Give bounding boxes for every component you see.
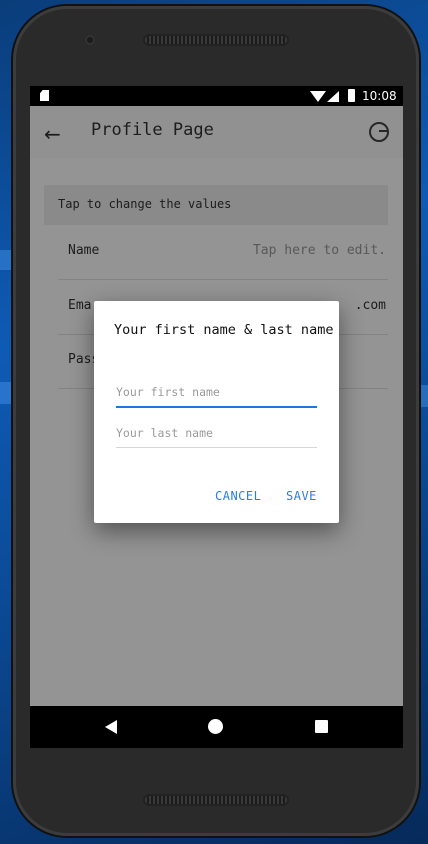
phone-screen: 10:08 ← Profile Page Tap to change the v… bbox=[30, 86, 403, 748]
save-button[interactable]: SAVE bbox=[286, 489, 317, 503]
nav-back-icon[interactable] bbox=[105, 720, 117, 734]
status-time: 10:08 bbox=[362, 89, 397, 103]
first-name-input[interactable] bbox=[116, 380, 317, 404]
front-camera bbox=[85, 35, 95, 45]
wallpaper-streak bbox=[418, 385, 428, 407]
nav-recents-icon[interactable] bbox=[315, 720, 328, 733]
dialog-title: Your first name & last name bbox=[114, 322, 334, 338]
sd-card-icon bbox=[40, 90, 49, 101]
top-speaker bbox=[143, 34, 289, 46]
last-name-input[interactable] bbox=[116, 421, 317, 445]
first-name-field bbox=[116, 380, 317, 408]
wifi-icon bbox=[310, 91, 326, 102]
status-bar: 10:08 bbox=[30, 86, 403, 106]
name-dialog: Your first name & last name CANCEL SAVE bbox=[94, 301, 339, 523]
battery-icon bbox=[348, 89, 355, 102]
last-name-field bbox=[116, 421, 317, 448]
signal-icon bbox=[327, 91, 339, 102]
cancel-button[interactable]: CANCEL bbox=[215, 489, 261, 503]
nav-home-icon[interactable] bbox=[208, 719, 223, 734]
bottom-speaker bbox=[143, 794, 289, 806]
phone-frame: 10:08 ← Profile Page Tap to change the v… bbox=[13, 6, 419, 836]
nav-bar bbox=[30, 706, 403, 748]
